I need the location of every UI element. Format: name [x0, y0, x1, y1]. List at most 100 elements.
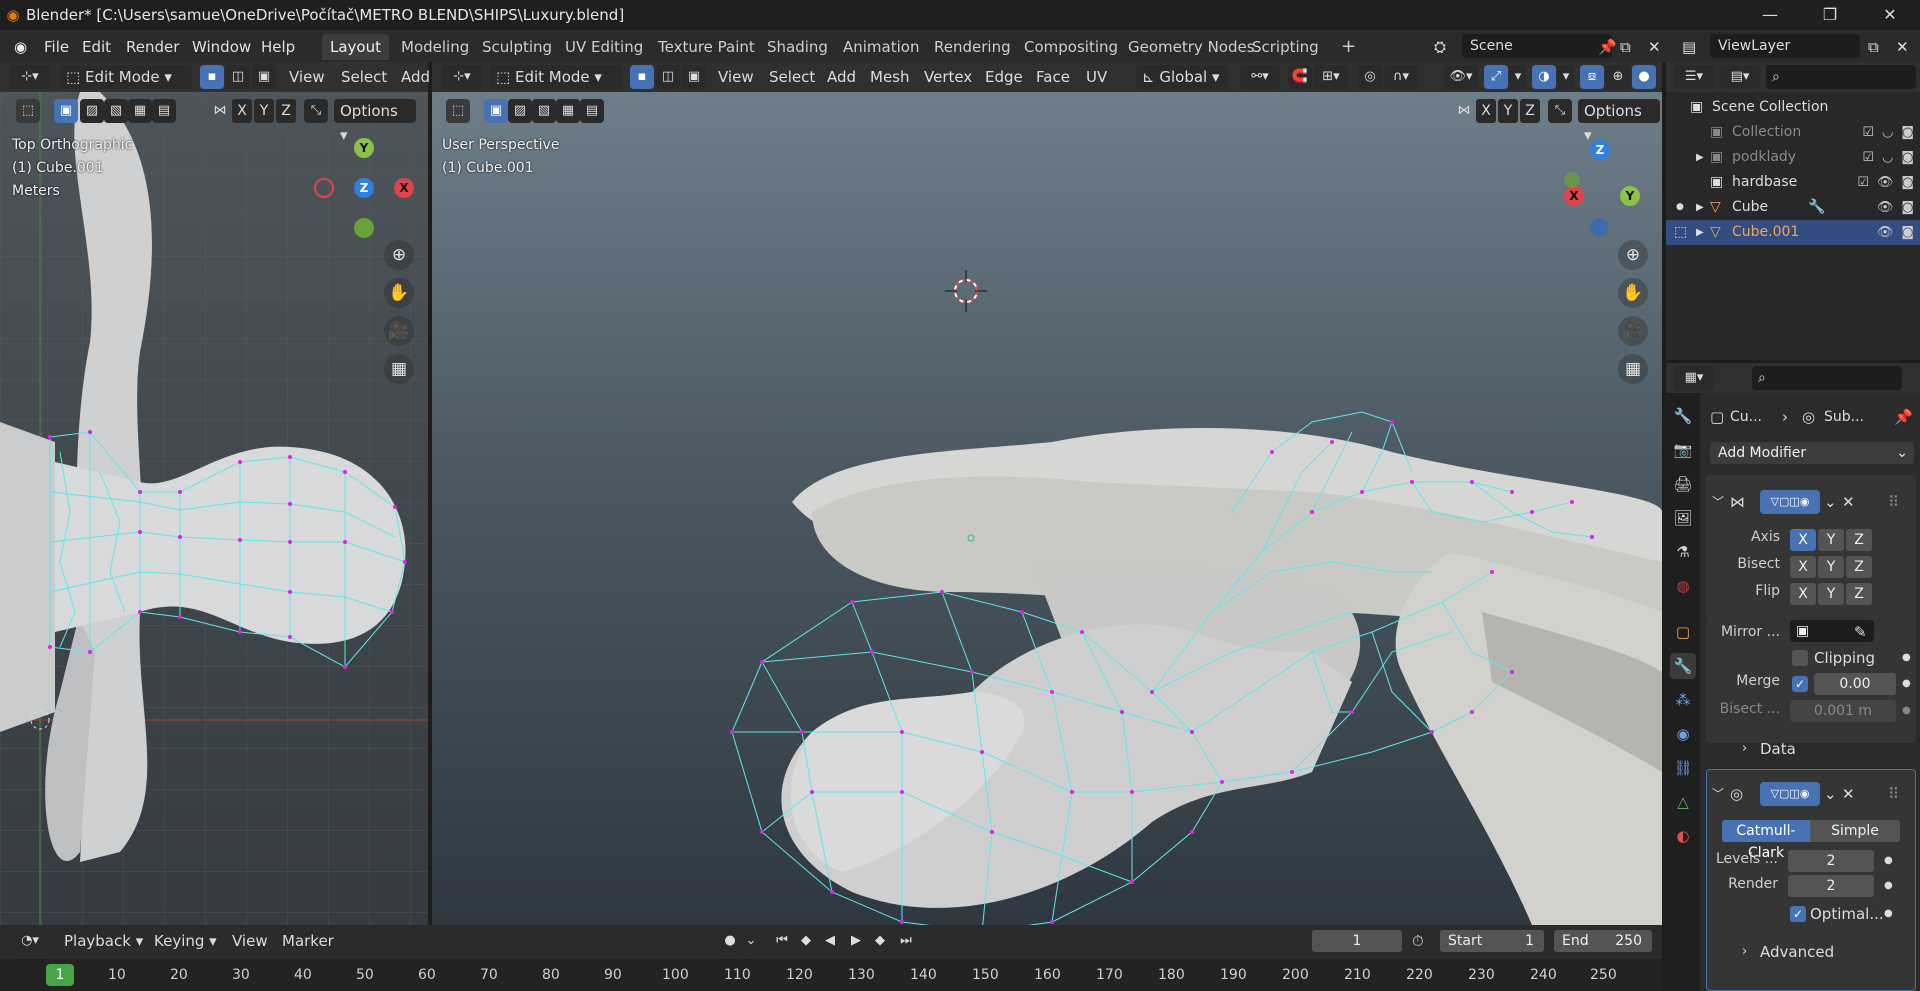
camera-render-icon[interactable]: ◙: [1901, 220, 1914, 245]
left-gizmo-neg-x[interactable]: [314, 178, 334, 198]
eye-icon[interactable]: 👁: [1877, 220, 1894, 245]
left-gizmo-y[interactable]: Y: [354, 138, 374, 158]
next-keyframe-icon[interactable]: ◆: [868, 929, 892, 953]
tab-modeling[interactable]: Modeling: [393, 34, 477, 60]
catmull-clark-button[interactable]: Catmull-Clark: [1722, 820, 1810, 861]
tool-tab-icon[interactable]: 🔧: [1670, 403, 1696, 429]
simple-button[interactable]: Simple: [1810, 820, 1900, 842]
left-viewport[interactable]: ⬚ ▣ ▨ ▧ ▦ ▤ ⋈ X Y Z ⤡ Options ▾ Top Orth…: [0, 92, 428, 925]
left-mode-dropdown[interactable]: ⬚ Edit Mode ▾: [60, 65, 192, 89]
view-layer-tab-icon[interactable]: 🖼: [1670, 505, 1696, 531]
main-menu-view[interactable]: View: [718, 65, 754, 89]
merge-distance-field[interactable]: 0.00: [1814, 673, 1896, 695]
tab-scripting[interactable]: Scripting: [1244, 34, 1327, 60]
main-menu-mesh[interactable]: Mesh: [870, 65, 910, 89]
outliner-scene-collection[interactable]: ▣ Scene Collection: [1666, 95, 1920, 120]
transform-orientation-dropdown[interactable]: ⊾ Global ▾: [1136, 65, 1228, 89]
outliner-item-cube[interactable]: ● ▶ ▽ Cube 🔧 👁 ◙: [1666, 195, 1920, 220]
main-menu-select[interactable]: Select: [769, 65, 815, 89]
left-axis-y-button[interactable]: Y: [254, 99, 274, 123]
levels-viewport-field[interactable]: 2: [1788, 850, 1874, 872]
main-gizmo-z[interactable]: Z: [1590, 140, 1610, 160]
bisect-keyframe-dot-icon[interactable]: ●: [1902, 699, 1911, 723]
clipping-checkbox[interactable]: [1792, 650, 1808, 666]
camera-render-icon[interactable]: ◙: [1901, 145, 1914, 170]
view-layer-field[interactable]: ViewLayer: [1710, 34, 1860, 58]
left-menu-view[interactable]: View: [289, 65, 325, 89]
eyedropper-icon[interactable]: ✎: [1854, 620, 1867, 644]
main-mode-dropdown[interactable]: ⬚ Edit Mode ▾: [490, 65, 622, 89]
left-select-new-icon[interactable]: ▣: [54, 99, 78, 123]
main-zoom-icon[interactable]: ⊕: [1618, 240, 1648, 270]
overlay-dropdown-icon[interactable]: ▾: [1558, 65, 1574, 89]
solid-shading-icon[interactable]: ●: [1632, 65, 1656, 89]
main-gizmo-y[interactable]: Y: [1620, 186, 1640, 206]
output-tab-icon[interactable]: 🖨: [1670, 471, 1696, 497]
timeline-menu-view[interactable]: View: [232, 929, 268, 953]
exclude-checkbox-icon[interactable]: ☑: [1862, 120, 1874, 145]
timeline-editor-type-icon[interactable]: ◔▾: [10, 929, 50, 953]
main-menu-face[interactable]: Face: [1036, 65, 1070, 89]
left-grid-icon[interactable]: ▦: [384, 354, 414, 384]
bisect-distance-field[interactable]: 0.001 m: [1790, 700, 1896, 722]
mirror-delete-icon[interactable]: ✕: [1842, 490, 1855, 514]
left-pan-hand-icon[interactable]: ✋: [384, 278, 414, 308]
face-select-icon[interactable]: ▣: [252, 65, 276, 89]
snap-toggle-icon[interactable]: 🧲: [1288, 65, 1312, 89]
levels-keyframe-dot-icon[interactable]: ●: [1884, 849, 1893, 873]
tab-compositing[interactable]: Compositing: [1016, 34, 1126, 60]
main-edge-select-icon[interactable]: ◫: [656, 65, 680, 89]
render-tab-icon[interactable]: 📷: [1670, 437, 1696, 463]
gizmo-toggle-icon[interactable]: ⤢: [1484, 65, 1508, 89]
wireframe-shading-icon[interactable]: ⊕: [1606, 65, 1630, 89]
material-tab-icon[interactable]: ◐: [1670, 823, 1696, 849]
mirror-flip-z[interactable]: Z: [1846, 583, 1872, 605]
properties-pin-icon[interactable]: 📌: [1894, 405, 1913, 429]
left-gizmo-x[interactable]: X: [394, 178, 414, 198]
left-options-dropdown[interactable]: Options ▾: [334, 99, 416, 144]
physics-tab-icon[interactable]: ◉: [1670, 721, 1696, 747]
main-menu-add[interactable]: Add: [827, 65, 856, 89]
vertex-select-icon[interactable]: ▪: [200, 65, 224, 89]
mirror-axis-z[interactable]: Z: [1846, 529, 1872, 551]
main-menu-vertex[interactable]: Vertex: [924, 65, 972, 89]
play-reverse-icon[interactable]: ◀: [818, 929, 842, 953]
left-gizmo-z[interactable]: Z: [354, 178, 374, 198]
mirror-flip-x[interactable]: X: [1790, 583, 1816, 605]
main-gizmo-neg-y[interactable]: [1564, 172, 1580, 188]
optimal-keyframe-dot-icon[interactable]: ●: [1884, 902, 1893, 926]
advanced-expand-icon[interactable]: ›: [1742, 940, 1747, 964]
record-options-icon[interactable]: ⌄: [742, 929, 760, 953]
delete-view-layer-icon[interactable]: ✕: [1890, 36, 1915, 58]
main-select-subtract-icon[interactable]: ▧: [532, 99, 556, 123]
mirror-bisect-z[interactable]: Z: [1846, 556, 1872, 578]
menu-file[interactable]: File: [38, 36, 75, 58]
main-options-dropdown[interactable]: Options ▾: [1578, 99, 1660, 144]
playhead-frame[interactable]: 1: [46, 964, 74, 986]
data-subpanel-label[interactable]: Data: [1760, 737, 1796, 761]
merge-keyframe-dot-icon[interactable]: ●: [1902, 672, 1911, 696]
visibility-icon[interactable]: 👁▾: [1444, 65, 1478, 89]
tab-rendering[interactable]: Rendering: [926, 34, 1019, 60]
optimal-display-checkbox[interactable]: ✓: [1790, 906, 1806, 922]
menu-edit[interactable]: Edit: [76, 36, 117, 58]
main-gizmo-x[interactable]: X: [1564, 186, 1584, 206]
falloff-icon[interactable]: ∩▾: [1384, 65, 1418, 89]
jump-start-icon[interactable]: ⏮: [770, 929, 794, 953]
main-face-select-icon[interactable]: ▣: [682, 65, 706, 89]
mirror-axis-y[interactable]: Y: [1818, 529, 1844, 551]
main-gizmo-neg-z[interactable]: [1590, 218, 1608, 236]
scene-name-field[interactable]: Scene: [1462, 34, 1612, 58]
main-viewport[interactable]: ⬚ ▣ ▨ ▧ ▦ ▤ ⋈ X Y Z ⤡ Options ▾ User Per…: [432, 92, 1662, 925]
tab-animation[interactable]: Animation: [835, 34, 927, 60]
tab-shading[interactable]: Shading: [759, 34, 836, 60]
edge-select-icon[interactable]: ◫: [226, 65, 250, 89]
camera-render-icon[interactable]: ◙: [1901, 195, 1914, 220]
add-modifier-dropdown[interactable]: Add Modifier ⌄: [1710, 442, 1914, 464]
scene-tab-icon[interactable]: ⚗: [1670, 539, 1696, 565]
left-select-intersect-icon[interactable]: ▤: [152, 99, 176, 123]
main-axis-x-button[interactable]: X: [1476, 99, 1496, 123]
constraints-tab-icon[interactable]: ⛓: [1670, 755, 1696, 781]
expand-arrow-icon[interactable]: ▶: [1696, 220, 1704, 245]
left-gizmo-neg-y[interactable]: [354, 218, 374, 238]
